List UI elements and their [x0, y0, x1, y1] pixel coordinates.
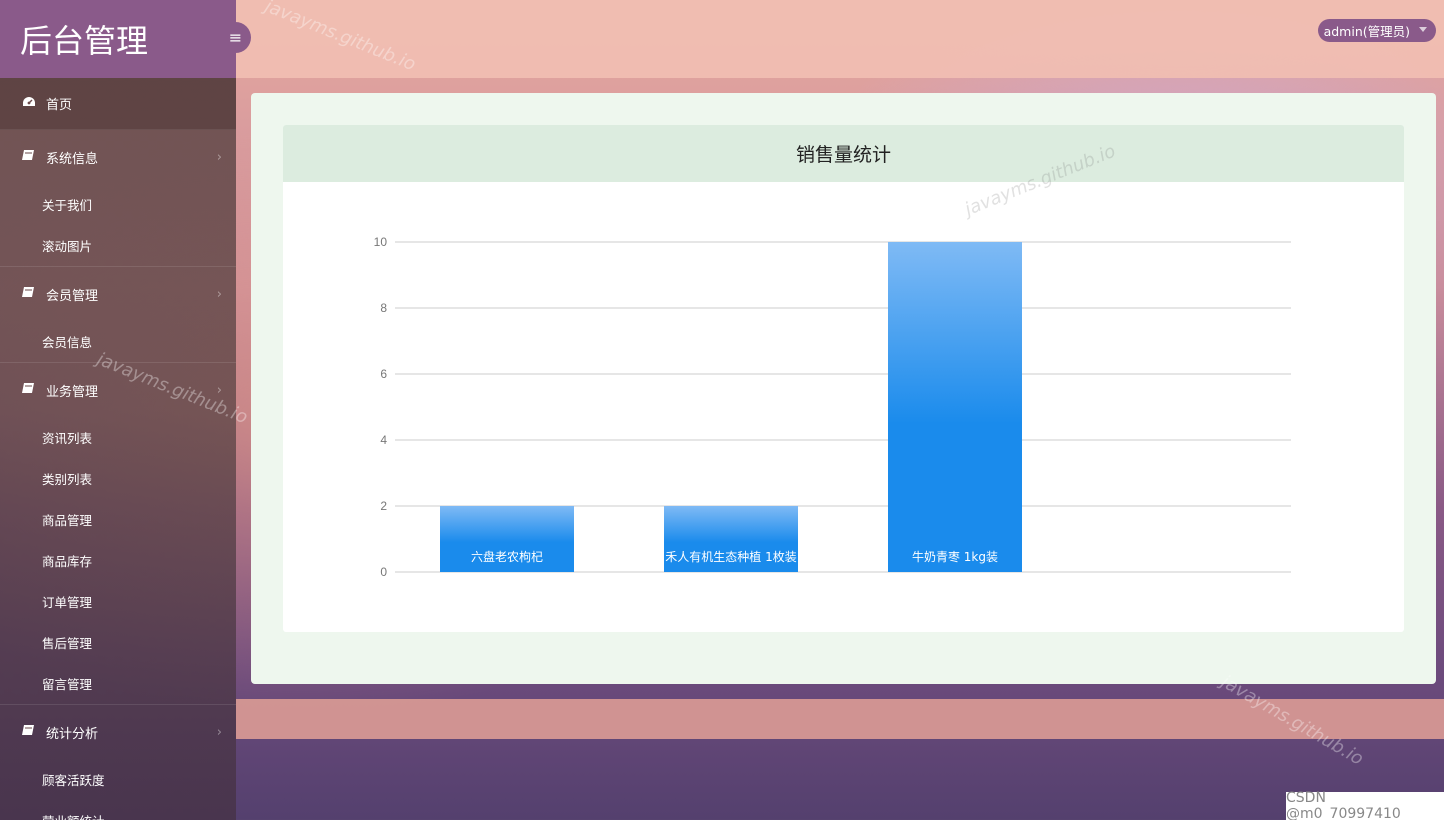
book-icon [22, 149, 38, 165]
chevron-right-icon: › [216, 382, 222, 398]
sidebar-group-business: 业务管理 › 资讯列表 类别列表 商品管理 商品库存 订单管理 售后管理 留言管… [0, 363, 236, 705]
bar-category-label: 牛奶青枣 1kg装 [912, 549, 998, 564]
bar-category-label: 六盘老农枸杞 [471, 549, 543, 564]
sidebar-group-label: 统计分析 [46, 726, 99, 742]
sidebar-group-label: 系统信息 [46, 151, 99, 167]
chevron-right-icon: › [216, 286, 222, 302]
chevron-right-icon: › [216, 149, 222, 165]
sidebar-item-label: 商品管理 [42, 513, 93, 528]
sidebar-group-members: 会员管理 › 会员信息 [0, 267, 236, 363]
sales-chart: 0 2 4 6 8 10 六盘老农枸杞 禾人有机生态种植 1枚装 牛奶青枣 1kg装 [374, 235, 1291, 579]
chevron-right-icon: › [216, 724, 222, 740]
y-tick-label: 6 [380, 367, 387, 381]
sidebar-toggle-button[interactable]: ≡ [220, 22, 251, 53]
sidebar-item-orders[interactable]: 订单管理 [0, 581, 236, 622]
sidebar-group-stats: 统计分析 › 顾客活跃度 营业额统计 [0, 705, 236, 820]
sidebar-item-home[interactable]: 首页 [0, 78, 236, 130]
sidebar-item-products[interactable]: 商品管理 [0, 499, 236, 540]
sidebar: 后台管理 首页 系统信息 › 关于我们 滚动图片 会员管理 › 会员信息 业务管… [0, 0, 236, 820]
sidebar-item-label: 商品库存 [42, 554, 93, 569]
caret-down-icon [1419, 27, 1427, 32]
sidebar-item-categories[interactable]: 类别列表 [0, 458, 236, 499]
menu-icon: ≡ [228, 28, 243, 47]
bar-category-label: 禾人有机生态种植 1枚装 [665, 549, 796, 564]
sidebar-item-carousel[interactable]: 滚动图片 [0, 225, 236, 266]
sidebar-group-head-members[interactable]: 会员管理 › [0, 267, 236, 321]
sidebar-group-label: 会员管理 [46, 288, 99, 304]
sidebar-item-label: 营业额统计 [42, 811, 105, 820]
sidebar-item-customer-activity[interactable]: 顾客活跃度 [0, 759, 236, 800]
brand-title: 后台管理 [0, 0, 236, 78]
sidebar-item-label: 滚动图片 [42, 239, 93, 254]
sidebar-item-inventory[interactable]: 商品库存 [0, 540, 236, 581]
sidebar-item-label: 资讯列表 [42, 431, 93, 446]
y-tick-label: 0 [380, 565, 387, 579]
sidebar-item-member-info[interactable]: 会员信息 [0, 321, 236, 362]
sidebar-group-label: 业务管理 [46, 384, 99, 400]
user-menu-dropdown[interactable]: admin(管理员) [1317, 19, 1436, 42]
user-name: admin(管理员) [1323, 24, 1410, 39]
chart-title: 销售量统计 [283, 125, 1404, 182]
y-tick-label: 10 [374, 235, 388, 249]
dashboard-icon [22, 96, 38, 112]
book-icon [22, 382, 38, 398]
sidebar-item-after-sales[interactable]: 售后管理 [0, 622, 236, 663]
sidebar-item-label: 类别列表 [42, 472, 93, 487]
book-icon [22, 286, 38, 302]
sidebar-item-news[interactable]: 资讯列表 [0, 417, 236, 458]
sidebar-item-label: 首页 [46, 98, 73, 113]
topbar: admin(管理员) [236, 0, 1444, 78]
y-tick-label: 8 [380, 301, 387, 315]
sidebar-item-label: 顾客活跃度 [42, 773, 105, 788]
sidebar-item-about[interactable]: 关于我们 [0, 184, 236, 225]
chart-panel: 销售量统计 0 2 4 6 8 10 六盘老农枸杞 禾人有机生态种植 1枚装 牛奶青枣 1kg装 [283, 125, 1404, 632]
sidebar-item-label: 订单管理 [42, 595, 93, 610]
sidebar-group-head-business[interactable]: 业务管理 › [0, 363, 236, 417]
sidebar-group-head-system[interactable]: 系统信息 › [0, 130, 236, 184]
sidebar-group-head-stats[interactable]: 统计分析 › [0, 705, 236, 759]
bar[interactable] [888, 242, 1022, 572]
sidebar-item-label: 会员信息 [42, 335, 93, 350]
sidebar-item-label: 关于我们 [42, 198, 93, 213]
sidebar-group-system: 系统信息 › 关于我们 滚动图片 [0, 130, 236, 267]
csdn-credit: CSDN @m0_70997410 [1286, 790, 1444, 820]
y-tick-label: 2 [380, 499, 387, 513]
main-card: 销售量统计 0 2 4 6 8 10 六盘老农枸杞 禾人有机生态种植 1枚装 牛奶青枣 1kg装 [251, 93, 1436, 684]
sidebar-item-label: 售后管理 [42, 636, 93, 651]
sidebar-item-revenue[interactable]: 营业额统计 [0, 800, 236, 820]
y-tick-label: 4 [380, 433, 387, 447]
sidebar-item-label: 留言管理 [42, 677, 93, 692]
book-icon [22, 724, 38, 740]
sidebar-item-messages[interactable]: 留言管理 [0, 663, 236, 704]
footer-bar [236, 699, 1444, 739]
